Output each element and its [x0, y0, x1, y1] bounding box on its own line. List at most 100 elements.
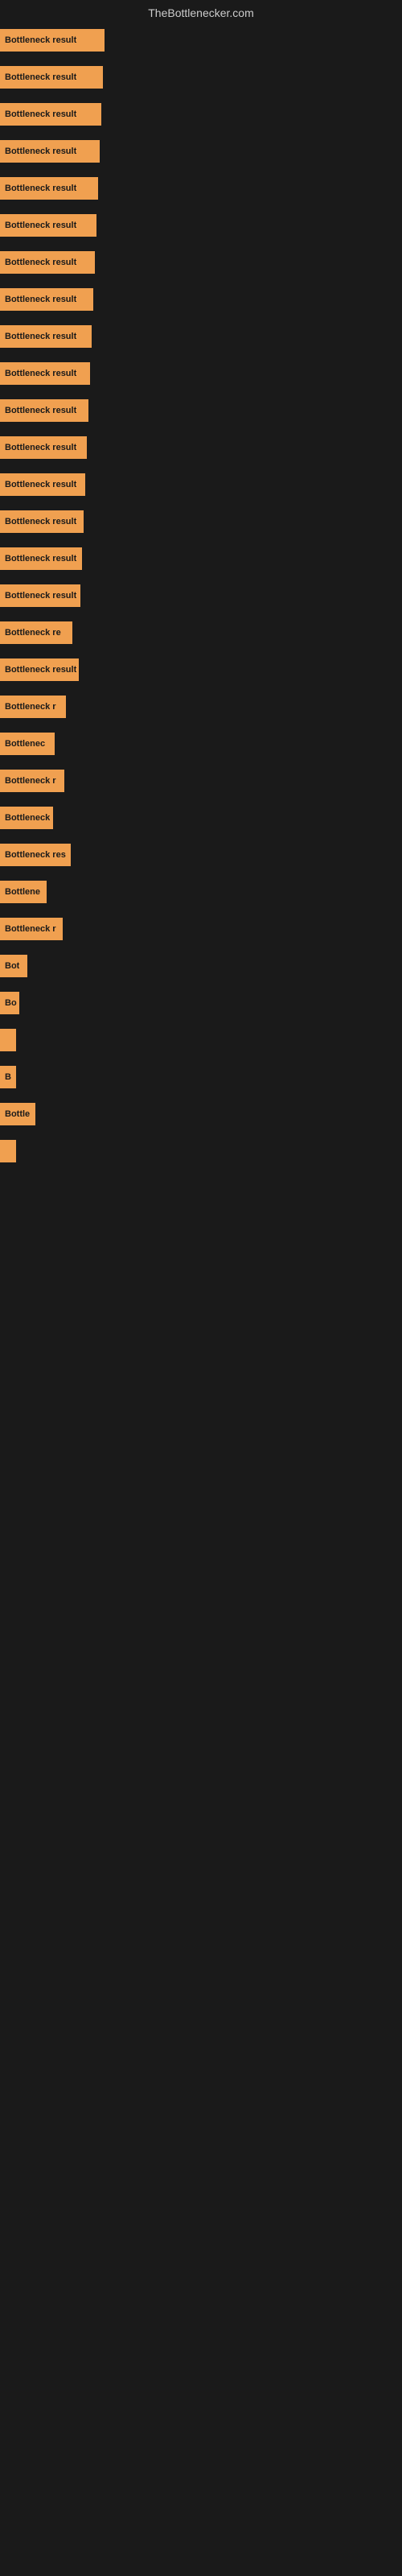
bar-row: Bottleneck r [0, 911, 402, 947]
bottleneck-bar: Bottleneck re [0, 621, 72, 644]
bottleneck-bar: Bottleneck result [0, 399, 88, 422]
bar-row: Bottleneck result [0, 652, 402, 687]
bottleneck-bar: Bottleneck r [0, 770, 64, 792]
bottleneck-label: Bottleneck result [5, 332, 76, 341]
bar-row [0, 1282, 402, 1317]
bottleneck-bar: Bottleneck result [0, 436, 87, 459]
bottleneck-label: Bottleneck result [5, 369, 76, 378]
bar-row: Bottleneck result [0, 356, 402, 391]
bottleneck-bar: Bottleneck result [0, 177, 98, 200]
bars-container: Bottleneck result Bottleneck result Bottle… [0, 23, 402, 1502]
bar-row: Bottleneck result [0, 282, 402, 317]
bottleneck-label: Bottleneck r [5, 702, 56, 712]
bar-row: Bottleneck [0, 800, 402, 836]
bottleneck-label: Bot [5, 961, 19, 971]
bottleneck-bar: Bottleneck result [0, 29, 105, 52]
bar-row: Bottleneck re [0, 615, 402, 650]
bar-row: Bot [0, 948, 402, 984]
bar-row: Bottleneck r [0, 763, 402, 799]
bar-row: Bottleneck result [0, 467, 402, 502]
bar-row: Bottle [0, 1096, 402, 1132]
bar-row [0, 1356, 402, 1391]
bottleneck-bar: Bottleneck result [0, 325, 92, 348]
bottleneck-bar: Bottleneck result [0, 214, 96, 237]
bottleneck-bar: B [0, 1066, 16, 1088]
bar-row [0, 1430, 402, 1465]
bottleneck-bar: Bot [0, 955, 27, 977]
bottleneck-label: Bottleneck result [5, 295, 76, 304]
bar-row: Bottleneck res [0, 837, 402, 873]
bar-row: Bottleneck result [0, 430, 402, 465]
bar-row: Bottleneck result [0, 578, 402, 613]
bottleneck-label: Bottleneck result [5, 665, 76, 675]
bottleneck-bar: Bottleneck result [0, 288, 93, 311]
bottleneck-label: Bottlene [5, 887, 40, 897]
bar-row: B [0, 1059, 402, 1095]
bar-row: Bo [0, 985, 402, 1021]
bar-row: Bottleneck result [0, 23, 402, 58]
bottleneck-bar: Bottleneck result [0, 584, 80, 607]
bottleneck-bar: Bottleneck result [0, 658, 79, 681]
bottleneck-label: Bottleneck result [5, 35, 76, 45]
bottleneck-bar: Bottleneck result [0, 547, 82, 570]
bar-row [0, 1319, 402, 1354]
bottleneck-bar [0, 1029, 16, 1051]
bottleneck-label: Bottleneck r [5, 776, 56, 786]
bottleneck-bar: Bottleneck r [0, 918, 63, 940]
bottleneck-label: Bottle [5, 1109, 30, 1119]
bottleneck-bar: Bottleneck result [0, 510, 84, 533]
bottleneck-bar: Bottleneck result [0, 251, 95, 274]
bottleneck-label: Bottleneck result [5, 258, 76, 267]
bottleneck-label: Bottlenec [5, 739, 45, 749]
bar-row [0, 1393, 402, 1428]
bar-row: Bottleneck result [0, 504, 402, 539]
bottleneck-label: Bottleneck result [5, 591, 76, 601]
bottleneck-label: Bottleneck re [5, 628, 61, 638]
bottleneck-bar [0, 1140, 16, 1162]
bar-row: Bottleneck result [0, 60, 402, 95]
bottleneck-bar: Bottlenec [0, 733, 55, 755]
bottleneck-label: Bottleneck result [5, 406, 76, 415]
bottleneck-label: Bottleneck result [5, 221, 76, 230]
site-title: TheBottlenecker.com [0, 0, 402, 23]
bar-row: Bottleneck result [0, 393, 402, 428]
bottleneck-bar: Bottleneck r [0, 696, 66, 718]
bottleneck-label: Bottleneck result [5, 480, 76, 489]
bar-row [0, 1022, 402, 1058]
bar-row: Bottleneck result [0, 245, 402, 280]
bottleneck-bar: Bottlene [0, 881, 47, 903]
bottleneck-label: Bottleneck result [5, 72, 76, 82]
bar-row: Bottleneck result [0, 97, 402, 132]
bottleneck-bar: Bottleneck result [0, 362, 90, 385]
bottleneck-bar: Bottleneck [0, 807, 53, 829]
bar-row: Bottleneck result [0, 208, 402, 243]
bottleneck-label: B [5, 1072, 11, 1082]
bar-row: Bottlene [0, 874, 402, 910]
bottleneck-label: Bottleneck res [5, 850, 66, 860]
bar-row: Bottleneck r [0, 689, 402, 724]
bottleneck-label: Bottleneck [5, 813, 50, 823]
bottleneck-label: Bottleneck result [5, 184, 76, 193]
bottleneck-bar: Bottleneck result [0, 140, 100, 163]
bottleneck-label: Bottleneck result [5, 443, 76, 452]
bar-row [0, 1467, 402, 1502]
bottleneck-bar: Bottle [0, 1103, 35, 1125]
bar-row: Bottleneck result [0, 319, 402, 354]
bottleneck-label: Bottleneck r [5, 924, 56, 934]
bottleneck-label: Bo [5, 998, 17, 1008]
bar-row: Bottleneck result [0, 134, 402, 169]
bar-row: Bottleneck result [0, 171, 402, 206]
bottleneck-label: Bottleneck result [5, 554, 76, 564]
bar-row [0, 1170, 402, 1206]
bar-row: Bottlenec [0, 726, 402, 762]
bottleneck-bar: Bo [0, 992, 19, 1014]
bar-row [0, 1133, 402, 1169]
bottleneck-label: Bottleneck result [5, 517, 76, 526]
bottleneck-bar: Bottleneck result [0, 473, 85, 496]
bottleneck-label: Bottleneck result [5, 147, 76, 156]
bottleneck-label: Bottleneck result [5, 109, 76, 119]
bottleneck-bar: Bottleneck result [0, 103, 101, 126]
bottleneck-bar: Bottleneck result [0, 66, 103, 89]
bar-row [0, 1208, 402, 1243]
bar-row [0, 1245, 402, 1280]
